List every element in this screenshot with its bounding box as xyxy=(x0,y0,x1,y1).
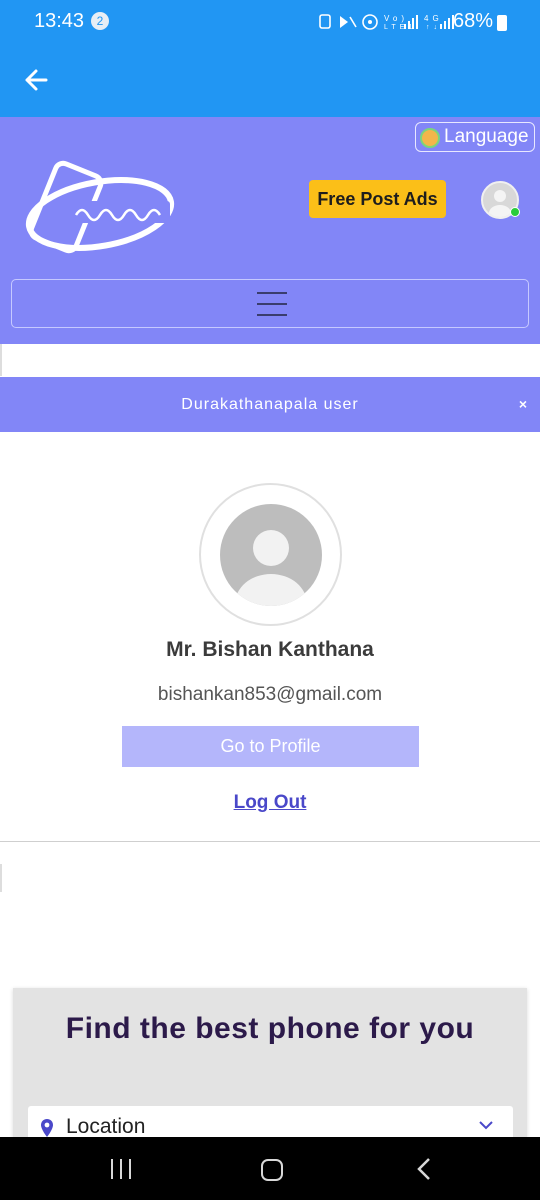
go-to-profile-button[interactable]: Go to Profile xyxy=(122,726,419,767)
system-back-icon[interactable] xyxy=(415,1157,435,1181)
language-button[interactable]: Language xyxy=(415,122,535,152)
svg-text:Vo): Vo) xyxy=(384,14,408,23)
hamburger-icon-line xyxy=(257,303,287,305)
status-bar: 13:43 2 Vo) LTE1 4G ↑↓ 68% xyxy=(0,0,540,44)
close-icon[interactable]: × xyxy=(519,377,528,432)
site-header: Language Free Post Ads xyxy=(0,117,540,344)
language-icon xyxy=(420,128,440,148)
profile-avatar-icon xyxy=(220,504,322,606)
signal-icons: Vo) LTE1 4G ↑↓ xyxy=(319,14,454,31)
status-icons: Vo) LTE1 4G ↑↓ xyxy=(318,12,468,35)
user-banner: Durakathanapala user × xyxy=(0,377,540,432)
app-bar xyxy=(0,44,540,117)
svg-text:LTE1: LTE1 xyxy=(384,24,416,31)
profile-avatar xyxy=(199,483,342,626)
chevron-down-icon xyxy=(479,1121,493,1130)
location-pin-icon xyxy=(41,1119,53,1137)
section-divider xyxy=(0,841,540,842)
language-label: Language xyxy=(444,126,529,147)
notification-count-badge: 2 xyxy=(91,12,109,30)
battery-icon xyxy=(497,15,507,31)
svg-text:↑↓: ↑↓ xyxy=(426,24,441,31)
status-time: 13:43 xyxy=(34,10,85,32)
hamburger-icon xyxy=(257,292,287,294)
profile-email: bishankan853@gmail.com xyxy=(157,684,383,705)
recents-icon[interactable] xyxy=(111,1159,133,1179)
divider-mark xyxy=(0,344,2,376)
banner-title: Durakathanapala user xyxy=(181,396,359,413)
nav-menu-toggle[interactable] xyxy=(11,279,529,328)
hamburger-icon-line xyxy=(257,314,287,316)
system-nav-bar xyxy=(0,1137,540,1200)
divider-mark xyxy=(0,864,2,892)
logout-link[interactable]: Log Out xyxy=(0,792,540,814)
free-post-ads-button[interactable]: Free Post Ads xyxy=(309,180,446,218)
battery-percent: 68% xyxy=(452,10,493,32)
phone-search-card: Find the best phone for you Location xyxy=(13,988,527,1146)
profile-name: Mr. Bishan Kanthana xyxy=(166,638,374,661)
site-logo[interactable] xyxy=(22,159,182,254)
person-icon xyxy=(235,530,307,606)
back-arrow-icon[interactable] xyxy=(22,62,52,98)
svg-text:4G: 4G xyxy=(424,14,443,23)
online-status-dot xyxy=(510,207,520,217)
home-icon[interactable] xyxy=(261,1159,283,1181)
location-label: Location xyxy=(66,1115,146,1138)
search-title: Find the best phone for you xyxy=(65,1012,475,1045)
